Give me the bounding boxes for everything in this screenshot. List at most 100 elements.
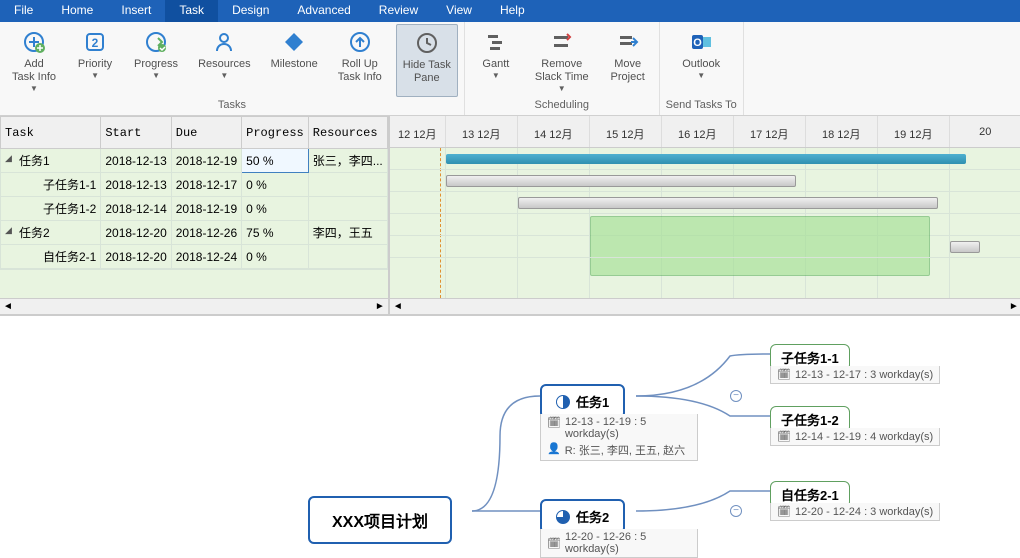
progress-cell[interactable]: 50 % (242, 149, 309, 173)
collapse-toggle[interactable]: − (730, 505, 742, 517)
gantt-bar[interactable] (446, 175, 796, 187)
table-row[interactable]: 子任务1-22018-12-142018-12-190 % (1, 197, 388, 221)
add-task-info-button[interactable]: Add Task Info▼ (6, 24, 62, 97)
table-row[interactable]: 自任务2-12018-12-202018-12-240 % (1, 245, 388, 269)
task-name-cell[interactable]: ◢任务2 (1, 221, 101, 245)
table-row[interactable]: 子任务1-12018-12-132018-12-170 % (1, 173, 388, 197)
mindmap-root[interactable]: XXX项目计划 (308, 496, 452, 544)
resources-cell[interactable]: 李四，王五 (308, 221, 387, 245)
menu-task[interactable]: Task (165, 0, 218, 22)
gantt-date-col: 18 12月 (806, 116, 878, 147)
menu-design[interactable]: Design (218, 0, 283, 22)
col-start[interactable]: Start (101, 117, 171, 149)
gantt-date-col: 14 12月 (518, 116, 590, 147)
progress-cell[interactable]: 0 % (242, 245, 309, 269)
move-project-button[interactable]: Move Project (603, 24, 653, 97)
col-progress[interactable]: Progress (242, 117, 309, 149)
table-hscroll[interactable]: ◄► (0, 298, 388, 314)
expander-icon[interactable]: ◢ (5, 153, 12, 164)
node-detail: 🗓12-13 - 12-17 : 3 workday(s) (770, 366, 940, 384)
button-label: Gantt (482, 58, 509, 71)
gantt-date-col: 17 12月 (734, 116, 806, 147)
resources-button[interactable]: Resources▼ (192, 24, 257, 97)
collapse-toggle[interactable]: − (730, 390, 742, 402)
resources-cell[interactable]: 张三，李四... (308, 149, 387, 173)
due-cell[interactable]: 2018-12-19 (171, 149, 241, 173)
ribbon-group-label: Scheduling (535, 97, 589, 115)
gantt-row (390, 170, 1020, 192)
start-cell[interactable]: 2018-12-14 (101, 197, 171, 221)
task-name-cell[interactable]: 子任务1-1 (1, 173, 101, 197)
mindmap-pane[interactable]: XXX项目计划 任务1 🗓12-13 - 12-19 : 5 workday(s… (0, 316, 1020, 556)
gantt-chart[interactable] (390, 148, 1020, 298)
gantt-date-col: 20 (950, 116, 1020, 147)
col-resources[interactable]: Resources (308, 117, 387, 149)
start-cell[interactable]: 2018-12-20 (101, 245, 171, 269)
gantt-bar[interactable] (950, 241, 980, 253)
chevron-down-icon: ▼ (220, 71, 228, 80)
gantt-bar[interactable] (446, 154, 966, 164)
gantt-hscroll[interactable]: ◄► (390, 298, 1020, 314)
task-name-cell[interactable]: 子任务1-2 (1, 197, 101, 221)
progress-cell[interactable]: 0 % (242, 173, 309, 197)
chevron-down-icon: ▼ (91, 71, 99, 80)
start-cell[interactable]: 2018-12-13 (101, 173, 171, 197)
progress-button[interactable]: Progress▼ (128, 24, 184, 97)
svg-text:2: 2 (92, 36, 99, 50)
outlook-icon: O (687, 28, 715, 56)
priority-icon: 2 (81, 28, 109, 56)
button-label: Progress (134, 58, 178, 71)
chevron-down-icon: ▼ (492, 71, 500, 80)
task-name-cell[interactable]: 自任务2-1 (1, 245, 101, 269)
col-task[interactable]: Task (1, 117, 101, 149)
outlook-button[interactable]: O Outlook▼ (676, 24, 726, 84)
progress-cell[interactable]: 75 % (242, 221, 309, 245)
resources-cell[interactable] (308, 173, 387, 197)
menu-home[interactable]: Home (47, 0, 107, 22)
hide-task-pane-button[interactable]: Hide Task Pane (396, 24, 458, 97)
chevron-down-icon: ▼ (152, 71, 160, 80)
menu-help[interactable]: Help (486, 0, 539, 22)
start-cell[interactable]: 2018-12-20 (101, 221, 171, 245)
button-label: Priority (78, 58, 112, 71)
button-label: Move Project (611, 58, 645, 84)
expander-icon[interactable]: ◢ (5, 225, 12, 236)
roll-up-button[interactable]: Roll Up Task Info (332, 24, 388, 97)
due-cell[interactable]: 2018-12-19 (171, 197, 241, 221)
menu-insert[interactable]: Insert (107, 0, 165, 22)
gantt-row (390, 148, 1020, 170)
gantt-bar[interactable] (518, 197, 938, 209)
plus-circle-icon (20, 28, 48, 56)
node-detail: 🗓12-13 - 12-19 : 5 workday(s) 👤R: 张三, 李四… (540, 414, 698, 461)
due-cell[interactable]: 2018-12-24 (171, 245, 241, 269)
due-cell[interactable]: 2018-12-26 (171, 221, 241, 245)
table-row[interactable]: ◢任务12018-12-132018-12-1950 %张三，李四... (1, 149, 388, 173)
task-name-cell[interactable]: ◢任务1 (1, 149, 101, 173)
gantt-button[interactable]: Gantt▼ (471, 24, 521, 97)
menu-advanced[interactable]: Advanced (283, 0, 364, 22)
milestone-button[interactable]: Milestone (265, 24, 324, 97)
gantt-row (390, 214, 1020, 236)
resources-cell[interactable] (308, 245, 387, 269)
calendar-icon: 🗓 (777, 505, 791, 518)
node-label: 任务2 (576, 507, 609, 526)
menu-file[interactable]: File (0, 0, 47, 22)
menu-view[interactable]: View (432, 0, 486, 22)
task-table-pane: TaskStartDueProgressResources ◢任务12018-1… (0, 116, 390, 314)
table-row[interactable]: ◢任务22018-12-202018-12-2675 %李四，王五 (1, 221, 388, 245)
start-cell[interactable]: 2018-12-13 (101, 149, 171, 173)
progress-cell[interactable]: 0 % (242, 197, 309, 221)
gantt-row (390, 236, 1020, 258)
task-table[interactable]: TaskStartDueProgressResources ◢任务12018-1… (0, 116, 388, 269)
col-due[interactable]: Due (171, 117, 241, 149)
due-cell[interactable]: 2018-12-17 (171, 173, 241, 197)
resources-cell[interactable] (308, 197, 387, 221)
priority-button[interactable]: 2 Priority▼ (70, 24, 120, 97)
chevron-down-icon: ▼ (697, 71, 705, 80)
button-label: Outlook (682, 58, 720, 71)
gantt-date-col: 12 12月 (390, 116, 446, 147)
menu-bar: FileHomeInsertTaskDesignAdvancedReviewVi… (0, 0, 1020, 22)
slack-icon (548, 28, 576, 56)
remove-slack-button[interactable]: Remove Slack Time▼ (529, 24, 595, 97)
menu-review[interactable]: Review (365, 0, 432, 22)
